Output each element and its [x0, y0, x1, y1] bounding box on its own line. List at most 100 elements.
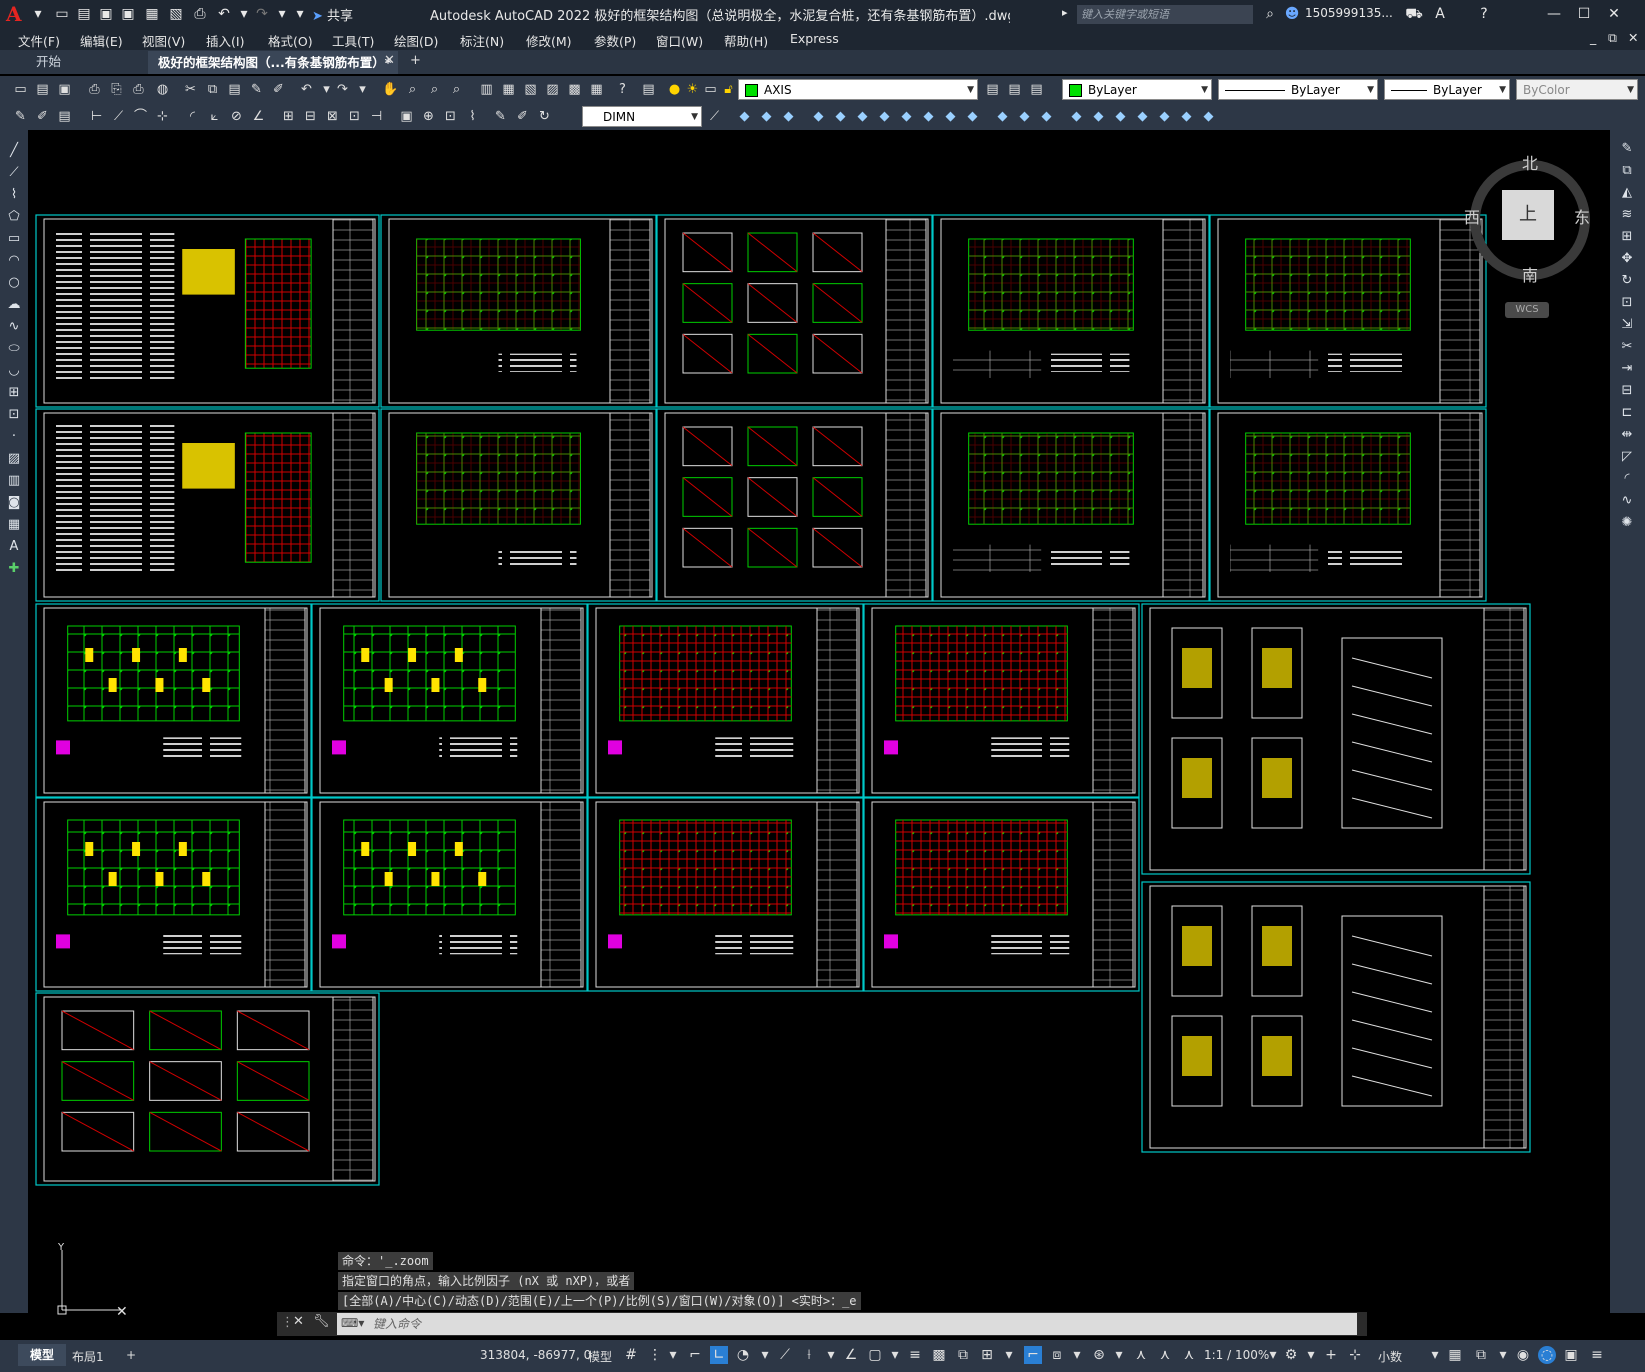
break-point-icon[interactable]: ⊟	[1618, 382, 1636, 400]
redo-icon[interactable]: ↷	[252, 4, 272, 24]
baseline-icon[interactable]: ⊟	[302, 108, 319, 125]
rotate-icon[interactable]: ↻	[1618, 272, 1636, 290]
tab-layout1[interactable]: 布局1	[72, 1348, 104, 1365]
menu-dimension[interactable]: 标注(N)	[460, 31, 504, 49]
scale-icon[interactable]: ⊡	[1618, 294, 1636, 312]
dimension-style-icon[interactable]: ⟋	[706, 108, 723, 125]
drawing-sheet[interactable]	[1141, 881, 1531, 1153]
drawing-sheet[interactable]	[1141, 603, 1531, 875]
wcs-menu[interactable]: WCS	[1505, 302, 1549, 318]
annotation-scale-icon[interactable]: ⋏	[1180, 1346, 1198, 1364]
drawing-sheet[interactable]	[587, 797, 864, 992]
union-icon[interactable]: ◆	[994, 108, 1011, 125]
ucs-object-icon[interactable]: ◆	[1134, 108, 1151, 125]
annotation-scale-dropdown-icon[interactable]: ▾	[1264, 1346, 1282, 1364]
3d-dwf-icon[interactable]: ◍	[154, 81, 171, 98]
new-icon[interactable]: ▭	[12, 81, 29, 98]
block-editor-icon[interactable]: ✐	[270, 81, 287, 98]
drawing-sheet[interactable]	[932, 214, 1210, 408]
drawing-sheet[interactable]	[1209, 214, 1487, 408]
offset-icon[interactable]: ≋	[1618, 206, 1636, 224]
solid-wedge-icon[interactable]: ◆	[758, 108, 775, 125]
solid-box-icon[interactable]: ◆	[736, 108, 753, 125]
menu-express[interactable]: Express	[790, 31, 839, 49]
circle-icon[interactable]: ○	[5, 274, 23, 292]
extrude-icon[interactable]: ◆	[876, 108, 893, 125]
intersect-icon[interactable]: ◆	[1038, 108, 1055, 125]
customization-icon[interactable]: ≡	[1588, 1346, 1606, 1364]
layer-previous-icon[interactable]: ▤	[1006, 81, 1023, 98]
save-as-icon[interactable]: ▣	[118, 4, 138, 24]
command-input[interactable]: 键入命令	[337, 1313, 1357, 1335]
command-grip-icon[interactable]: ⋮	[281, 1315, 294, 1330]
construction-line-icon[interactable]: ⟋	[5, 164, 23, 182]
space-icon[interactable]: ⊡	[346, 108, 363, 125]
line-icon[interactable]: ╱	[5, 142, 23, 160]
plot-icon[interactable]: ⎙	[86, 81, 103, 98]
dimstyle-dropdown[interactable]: DIMN ▼	[582, 106, 702, 127]
menu-view[interactable]: 视图(V)	[142, 31, 185, 49]
save-icon[interactable]: ▣	[96, 4, 116, 24]
search-input[interactable]: 键入关键字或短语	[1077, 5, 1253, 24]
auto-scale-icon[interactable]: ⋏	[1156, 1346, 1174, 1364]
solid-cone-icon[interactable]: ◆	[780, 108, 797, 125]
ucs-icon[interactable]: ◆	[1068, 108, 1085, 125]
polyline-icon[interactable]: ⌇	[5, 186, 23, 204]
redo-dropdown-icon[interactable]: ▾	[272, 4, 292, 24]
search-expand-icon[interactable]: ▸	[1062, 6, 1074, 19]
drawing-sheet[interactable]	[35, 992, 380, 1186]
break-icon[interactable]: ⊏	[1618, 404, 1636, 422]
stretch-icon[interactable]: ⇲	[1618, 316, 1636, 334]
menu-edit[interactable]: 编辑(E)	[80, 31, 123, 49]
tracking-dropdown-icon[interactable]: ▾	[822, 1346, 840, 1364]
calculator-icon[interactable]: ▦	[588, 81, 605, 98]
radius-icon[interactable]: ◜	[184, 108, 201, 125]
design-center-icon[interactable]: ▦	[500, 81, 517, 98]
workspace-dropdown-icon[interactable]: ▾	[1302, 1346, 1320, 1364]
edit-icon[interactable]: ✎	[12, 108, 29, 125]
space-toggle[interactable]: 模型	[588, 1348, 612, 1365]
extend-icon[interactable]: ⇥	[1618, 360, 1636, 378]
cart-icon[interactable]: ⛟	[1404, 4, 1424, 24]
layer-thaw-icon[interactable]: ☀	[684, 81, 701, 98]
tab-model[interactable]: 模型	[18, 1344, 66, 1366]
explode-icon[interactable]: ✺	[1618, 514, 1636, 532]
workspace-gear-icon[interactable]: ⚙	[1282, 1346, 1300, 1364]
polar-icon[interactable]: ◔	[734, 1346, 752, 1364]
layer-on-icon[interactable]: ●	[666, 81, 683, 98]
ucs-world-icon[interactable]: ◆	[1090, 108, 1107, 125]
selection-filter-dropdown-icon[interactable]: ▾	[1068, 1346, 1086, 1364]
isolate-objects-icon[interactable]: ◉	[1514, 1346, 1532, 1364]
hatch-icon[interactable]: ▨	[5, 450, 23, 468]
plot-preview-icon[interactable]: ⎘	[108, 81, 125, 98]
menu-window[interactable]: 窗口(W)	[656, 31, 703, 49]
polygon-icon[interactable]: ⬠	[5, 208, 23, 226]
transparency-icon[interactable]: ▩	[930, 1346, 948, 1364]
ordinate-icon[interactable]: ⊹	[154, 108, 171, 125]
make-current-layer-icon[interactable]: ▤	[984, 81, 1001, 98]
erase-icon[interactable]: ✎	[1618, 140, 1636, 158]
units-display[interactable]: 小数	[1378, 1348, 1402, 1365]
dynamic-ucs-icon[interactable]: ⌐	[1024, 1346, 1042, 1364]
quick-dimension-icon[interactable]: ⊞	[280, 108, 297, 125]
units-dropdown-icon[interactable]: ▾	[1426, 1346, 1444, 1364]
undo-dropdown-icon[interactable]: ▾	[318, 81, 335, 98]
copy-icon[interactable]: ⧉	[1618, 162, 1636, 180]
linetype-dropdown[interactable]: ByLayer ▼	[1218, 79, 1378, 100]
mirror-icon[interactable]: ◭	[1618, 184, 1636, 202]
zoom-previous-icon[interactable]: ⌕	[448, 81, 465, 98]
drawing-sheets[interactable]	[30, 130, 1610, 1313]
grid-icon[interactable]: #	[622, 1346, 640, 1364]
continue-icon[interactable]: ⊠	[324, 108, 341, 125]
gizmo-icon[interactable]: ⊛	[1090, 1346, 1108, 1364]
point-icon[interactable]: ·	[5, 428, 23, 446]
save-web-icon[interactable]: ▧	[166, 4, 186, 24]
compass-west[interactable]: 西	[1460, 204, 1484, 228]
units-icon[interactable]: ⊹	[1346, 1346, 1364, 1364]
dimension-text-edit-icon[interactable]: ✐	[514, 108, 531, 125]
drawing-sheet[interactable]	[656, 408, 933, 602]
undo-icon[interactable]: ↶	[298, 81, 315, 98]
jogged-linear-icon[interactable]: ⌇	[464, 108, 481, 125]
sheet-set-icon[interactable]: ▨	[544, 81, 561, 98]
jogged-icon[interactable]: ⟀	[206, 108, 223, 125]
